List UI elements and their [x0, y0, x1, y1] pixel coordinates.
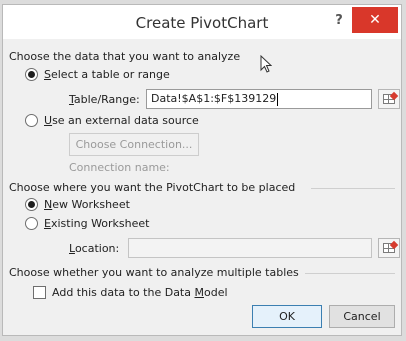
section-data-heading: Choose the data that you want to analyze	[9, 50, 241, 63]
cancel-button[interactable]: Cancel	[329, 305, 395, 328]
text-cursor	[277, 92, 279, 106]
close-button[interactable]: ✕	[352, 7, 398, 33]
help-button[interactable]: ?	[330, 11, 348, 31]
existing-worksheet-option[interactable]: Existing Worksheet	[25, 217, 149, 230]
section-rule	[311, 188, 395, 189]
data-model-label: Add this data to the Data Model	[52, 286, 228, 299]
data-model-option[interactable]: Add this data to the Data Model	[33, 286, 228, 299]
radio-selected-icon[interactable]	[25, 198, 38, 211]
connection-name-label: Connection name:	[69, 161, 170, 174]
radio-unselected-icon[interactable]	[25, 114, 38, 127]
section-placement-heading: Choose where you want the PivotChart to …	[9, 181, 296, 194]
radio-selected-icon[interactable]	[25, 68, 38, 81]
location-collapse-button[interactable]	[378, 238, 400, 258]
select-table-range-option[interactable]: Select a table or range	[25, 68, 170, 81]
create-pivotchart-dialog: Create PivotChart ? ✕ Choose the data th…	[2, 4, 402, 336]
location-input[interactable]	[128, 238, 372, 258]
radio-unselected-icon[interactable]	[25, 217, 38, 230]
choose-connection-button[interactable]: Choose Connection...	[69, 133, 199, 156]
new-worksheet-label: New Worksheet	[44, 198, 130, 211]
ok-button[interactable]: OK	[252, 305, 322, 328]
mouse-pointer-icon	[260, 55, 272, 73]
data-model-checkbox[interactable]	[33, 286, 46, 299]
existing-worksheet-label: Existing Worksheet	[44, 217, 150, 230]
table-range-collapse-button[interactable]	[378, 89, 400, 109]
table-range-input[interactable]: Data!$A$1:$F$139129	[146, 89, 372, 109]
section-rule	[305, 273, 395, 274]
new-worksheet-option[interactable]: New Worksheet	[25, 198, 130, 211]
location-label: Location:	[69, 242, 120, 255]
external-source-label: Use an external data source	[44, 114, 199, 127]
external-source-option[interactable]: Use an external data source	[25, 114, 199, 127]
select-table-range-label: Select a table or range	[44, 68, 170, 81]
title-bar[interactable]: Create PivotChart ? ✕	[3, 5, 401, 39]
section-multiple-tables-heading: Choose whether you want to analyze multi…	[9, 266, 299, 279]
table-range-label: Table/Range:	[69, 93, 140, 106]
